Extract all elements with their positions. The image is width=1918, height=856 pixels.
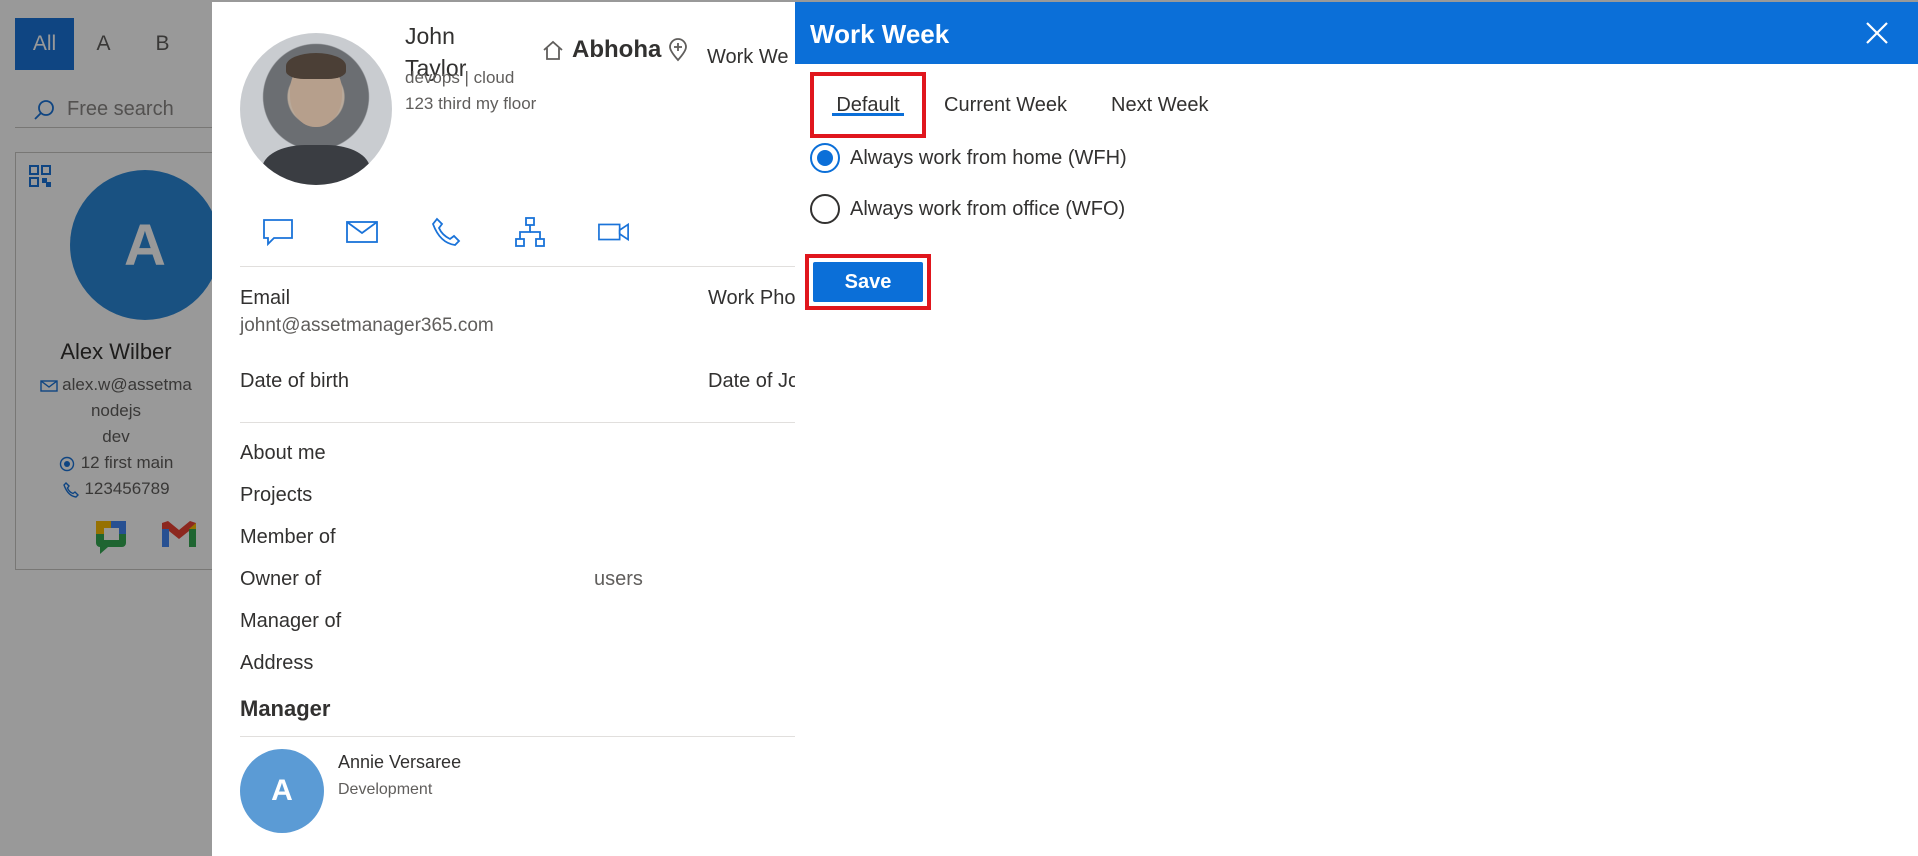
- phone-icon[interactable]: [430, 216, 462, 248]
- profile-subtitle: devops | cloud: [405, 68, 515, 87]
- contact-actions: [262, 216, 630, 248]
- tab-default[interactable]: Default: [810, 72, 926, 138]
- email-label: Email: [240, 287, 291, 309]
- save-button[interactable]: Save: [813, 262, 923, 302]
- option-wfh[interactable]: Always work from home (WFH): [810, 143, 1127, 173]
- address-label: Address: [240, 652, 314, 674]
- panel-title: Work Week: [810, 19, 950, 49]
- divider: [240, 266, 797, 267]
- owner-of-value[interactable]: users: [594, 568, 643, 591]
- active-tab-indicator: [832, 113, 904, 116]
- email-value[interactable]: johnt@assetmanager365.com: [240, 315, 494, 337]
- manager-department: Development: [338, 781, 433, 798]
- option-wfo-label: Always work from office (WFO): [850, 197, 1126, 220]
- org-chart-icon[interactable]: [514, 216, 546, 248]
- close-icon[interactable]: [1864, 20, 1890, 46]
- home-icon: [543, 40, 563, 60]
- tab-next-week[interactable]: Next Week: [1099, 72, 1220, 138]
- map-pin-icon: [669, 38, 687, 62]
- profile-panel: John Taylor devops | cloud 123 third my …: [212, 2, 797, 856]
- manager-avatar[interactable]: A: [240, 749, 324, 833]
- profile-photo: [240, 33, 392, 185]
- member-of-label: Member of: [240, 526, 336, 548]
- work-week-tabs: Default Current Week Next Week: [810, 72, 1220, 138]
- option-wfh-label: Always work from home (WFH): [850, 146, 1127, 169]
- divider: [240, 736, 797, 737]
- save-highlight: Save: [805, 254, 931, 310]
- manager-name[interactable]: Annie Versaree: [338, 752, 461, 773]
- dob-label: Date of birth: [240, 370, 349, 392]
- radio-wfo[interactable]: [810, 194, 840, 224]
- radio-wfh[interactable]: [810, 143, 840, 173]
- work-week-link[interactable]: Work We: [707, 46, 789, 69]
- tab-current-week[interactable]: Current Week: [932, 72, 1079, 138]
- owner-of-label: Owner of: [240, 568, 322, 590]
- divider: [240, 422, 797, 423]
- manager-heading: Manager: [240, 696, 331, 721]
- video-call-icon[interactable]: [598, 216, 630, 248]
- panel-header: Work Week: [795, 2, 1918, 64]
- chat-icon[interactable]: [262, 216, 294, 248]
- mail-icon[interactable]: [346, 216, 378, 248]
- home-location: Abhoha: [542, 36, 661, 64]
- home-location-text: Abhoha: [572, 36, 662, 63]
- about-label: About me: [240, 442, 326, 464]
- option-wfo[interactable]: Always work from office (WFO): [810, 194, 1125, 224]
- projects-label: Projects: [240, 484, 313, 506]
- work-phone-label: Work Pho: [708, 287, 796, 309]
- work-week-panel: Work Week Default Current Week Next Week…: [795, 2, 1918, 856]
- doj-label: Date of Jo: [708, 370, 797, 392]
- manager-of-label: Manager of: [240, 610, 342, 632]
- profile-address-line: 123 third my floor: [405, 94, 537, 113]
